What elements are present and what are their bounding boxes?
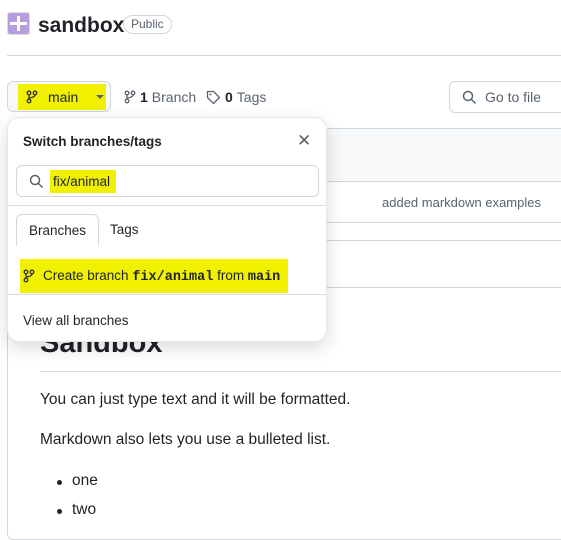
branch-filter-input[interactable]: fix/animal [16,165,319,197]
close-icon[interactable]: ✕ [297,131,311,151]
branch-switcher-popover: Switch branches/tags ✕ fix/animal Branch… [7,117,327,342]
commit-message[interactable]: added markdown examples [382,195,541,210]
current-branch: main [48,89,79,105]
divider [8,205,326,206]
branch-select-button[interactable]: main [7,81,111,112]
popover-title: Switch branches/tags [23,134,162,149]
view-all-branches-link[interactable]: View all branches [23,313,129,328]
search-icon [462,90,477,104]
branches-link[interactable]: 1 Branch [124,89,196,105]
git-branch-icon [23,269,35,283]
source-branch: main [247,269,281,285]
create-branch-item[interactable]: Create branch fix/animal from main [20,259,289,293]
filter-value: fix/animal [50,169,117,193]
divider [7,55,561,56]
tab-branches[interactable]: Branches [16,214,100,246]
repo-avatar [7,12,30,35]
git-branch-icon [124,90,136,104]
create-prefix: Create branch [43,267,129,283]
go-to-file-placeholder: Go to file [485,89,542,105]
list-item: one [57,472,98,489]
tag-icon [206,90,221,104]
tab-tags[interactable]: Tags [98,214,151,246]
new-branch-name: fix/animal [132,269,214,285]
divider [8,294,326,295]
branch-label: Branch [151,89,197,105]
create-mid: from [217,267,245,283]
readme-paragraph: You can just type text and it will be fo… [40,391,351,408]
divider [40,371,561,372]
list-item: two [56,501,97,518]
search-icon [29,174,44,188]
branch-count: 1 [140,89,148,105]
git-branch-icon [26,90,38,104]
tags-link[interactable]: 0 Tags [206,89,266,105]
tag-count: 0 [225,89,233,105]
repo-name[interactable]: sandbox [38,14,124,38]
go-to-file-input[interactable]: Go to file [449,81,561,113]
tag-label: Tags [236,89,267,105]
caret-down-icon [96,95,105,99]
visibility-badge: Public [123,15,172,34]
readme-paragraph: Markdown also lets you use a bulleted li… [40,431,331,448]
